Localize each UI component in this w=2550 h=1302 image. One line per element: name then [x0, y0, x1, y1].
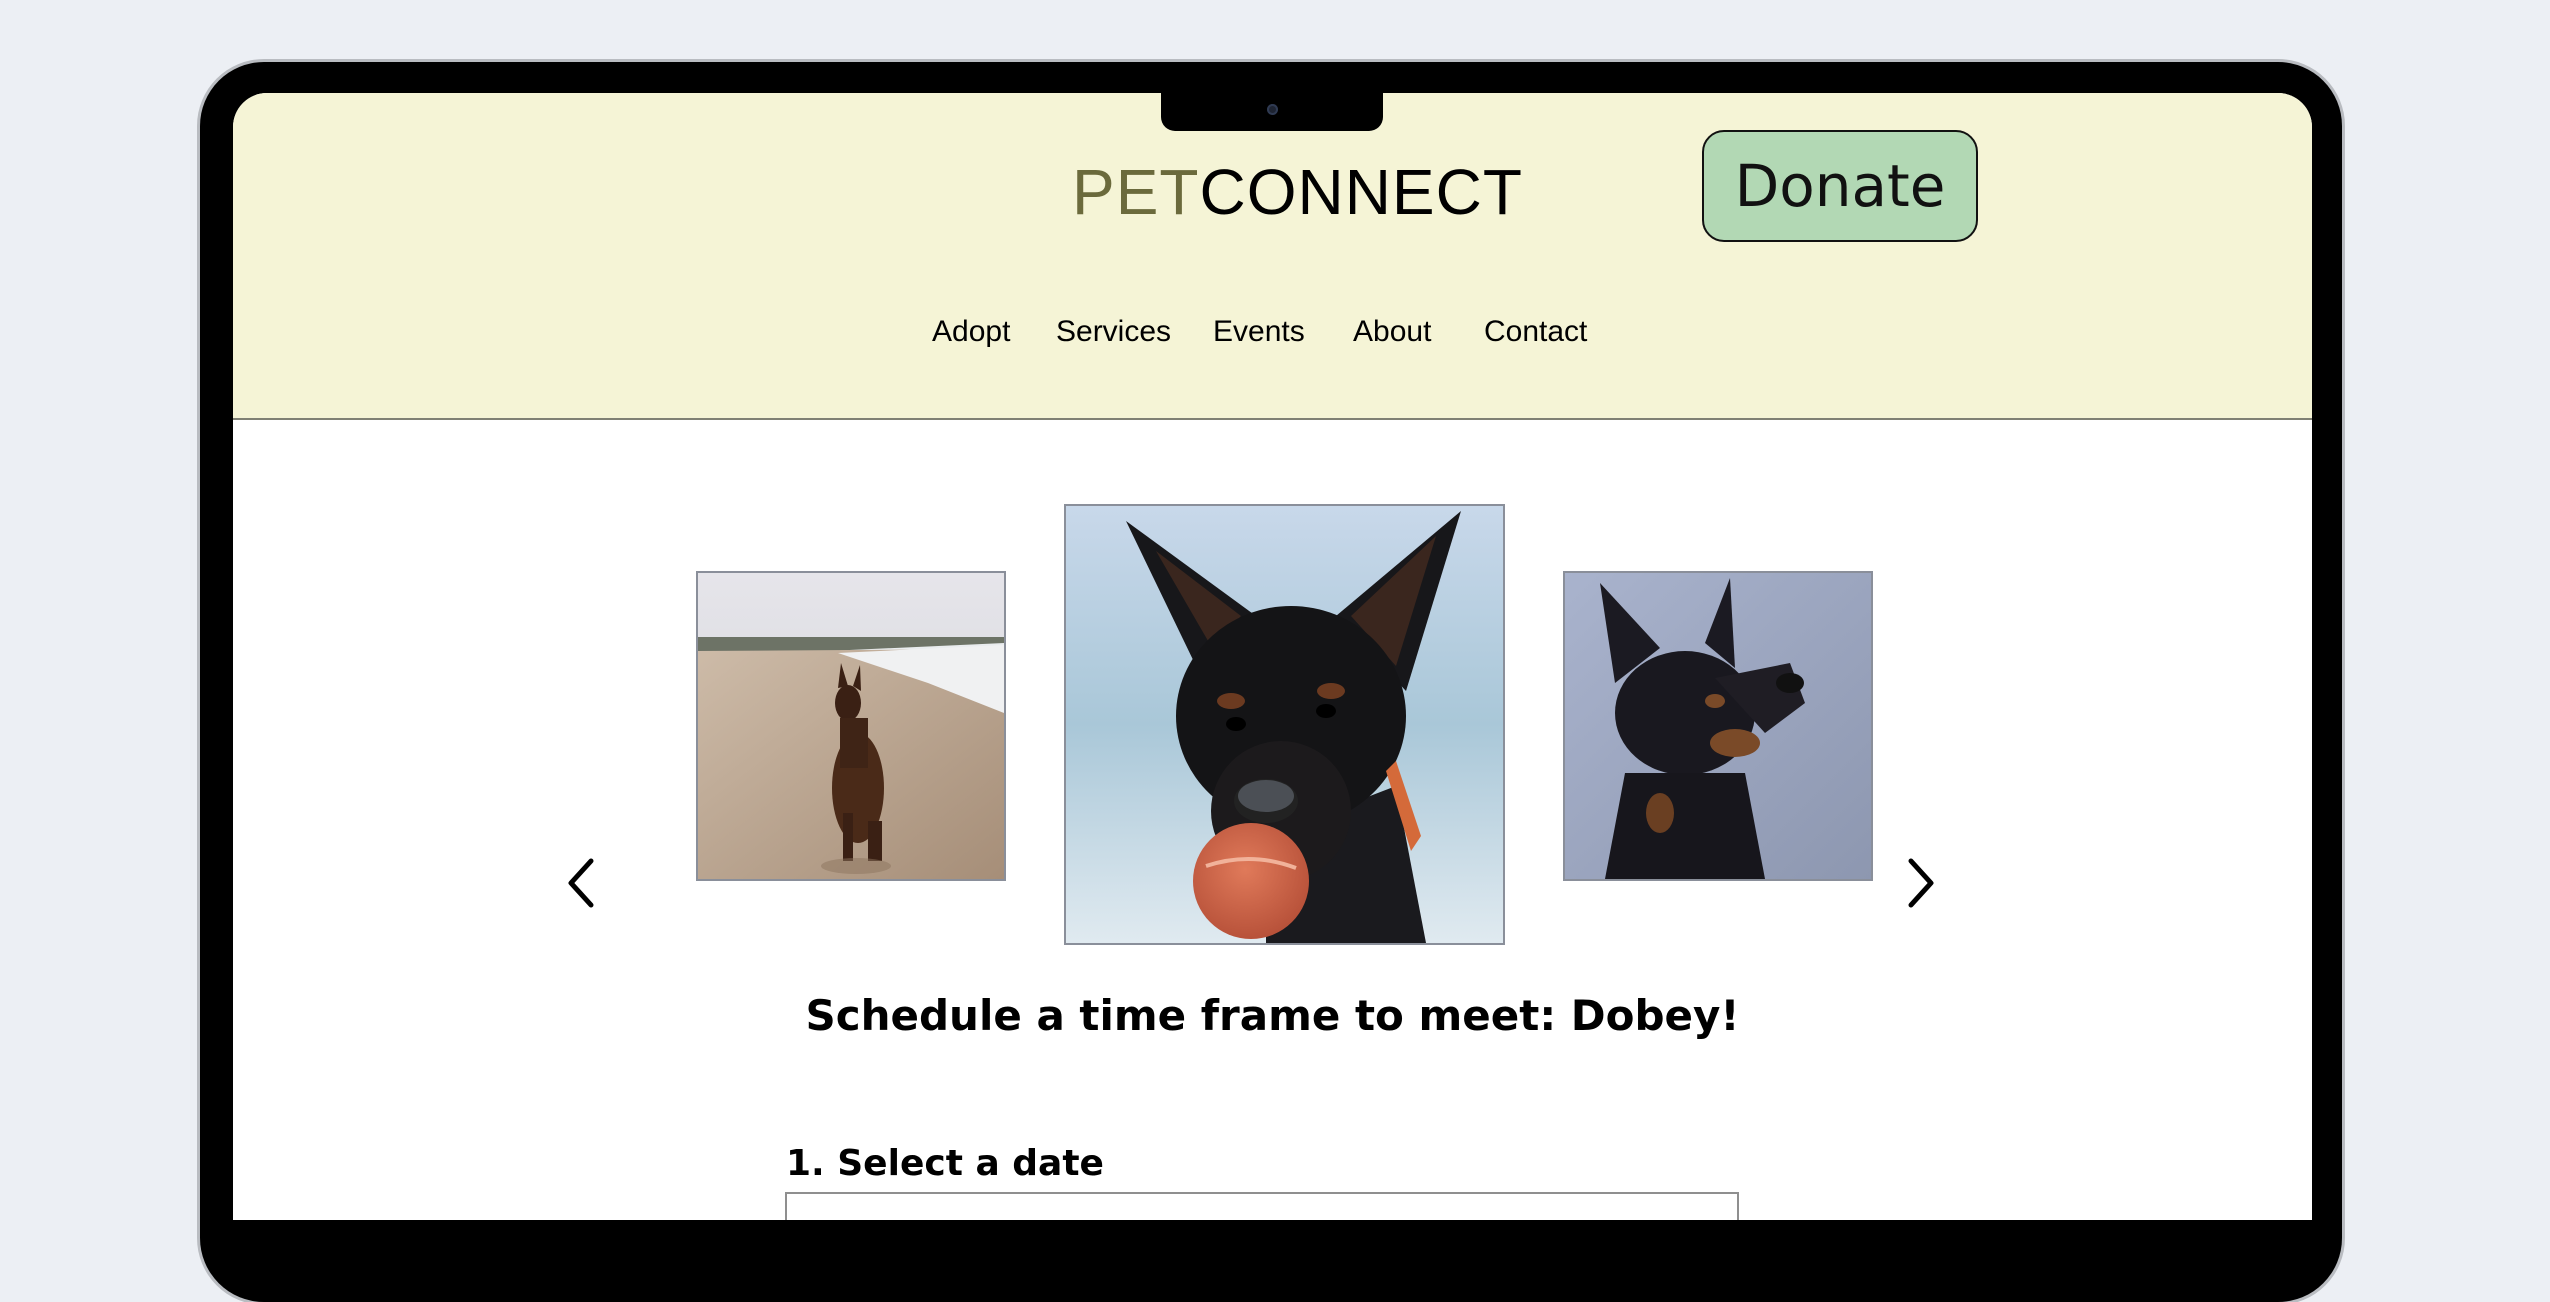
site-header: PETCONNECT Donate Adopt Services Events …: [233, 93, 2312, 420]
doberman-with-ball-image: [1066, 506, 1503, 943]
dog-photo-sea[interactable]: [1563, 571, 1873, 881]
carousel-prev-button[interactable]: [561, 853, 601, 913]
webcam-icon: [1267, 104, 1278, 115]
dog-photo-featured[interactable]: [1064, 504, 1505, 945]
browser-screen: PETCONNECT Donate Adopt Services Events …: [233, 93, 2312, 1220]
chevron-left-icon: [568, 858, 594, 908]
dog-photo-beach[interactable]: [696, 571, 1006, 881]
select-date-label: 1. Select a date: [786, 1143, 1104, 1184]
date-field[interactable]: [785, 1192, 1739, 1220]
nav-events[interactable]: Events: [1213, 315, 1305, 349]
nav-contact[interactable]: Contact: [1484, 315, 1587, 349]
doberman-looking-up-image: [1565, 573, 1871, 879]
nav-about[interactable]: About: [1353, 315, 1431, 349]
nav-services[interactable]: Services: [1056, 315, 1171, 349]
chevron-right-icon: [1908, 858, 1934, 908]
nav-adopt[interactable]: Adopt: [932, 315, 1010, 349]
carousel-next-button[interactable]: [1901, 853, 1941, 913]
brand-suffix: CONNECT: [1199, 156, 1523, 228]
camera-notch: [1161, 93, 1383, 131]
schedule-heading: Schedule a time frame to meet: Dobey!: [805, 991, 1740, 1040]
doberman-on-beach-image: [698, 573, 1004, 879]
donate-button[interactable]: Donate: [1702, 130, 1978, 242]
site-logo[interactable]: PETCONNECT: [1072, 155, 1523, 229]
brand-prefix: PET: [1072, 156, 1200, 228]
